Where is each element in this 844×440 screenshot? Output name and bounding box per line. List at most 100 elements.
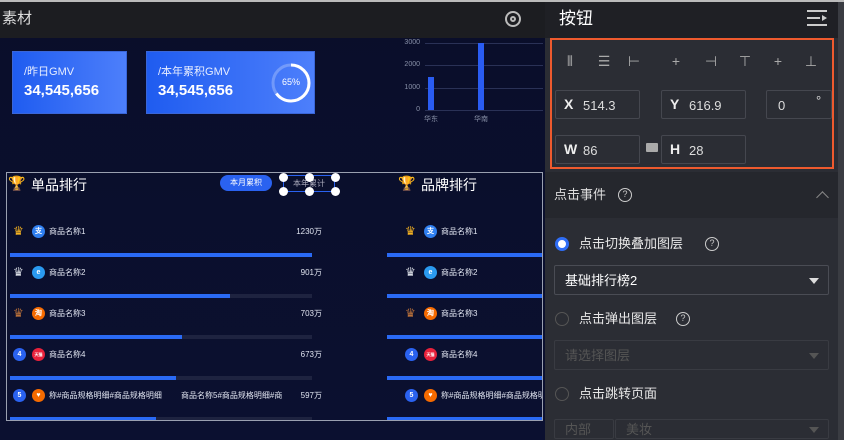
x-input[interactable]: X 514.3: [555, 90, 640, 119]
platform-icon: e: [32, 266, 45, 279]
height-input[interactable]: H 28: [661, 135, 746, 164]
align-left-edge-icon[interactable]: ⊢: [627, 54, 641, 68]
click-event-section-header[interactable]: 点击事件 ?: [545, 172, 838, 218]
gridline: [425, 87, 543, 89]
h-label: H: [670, 141, 681, 157]
crown-icon: ♛: [405, 265, 416, 279]
gridline: [425, 43, 543, 44]
chevron-up-icon[interactable]: [816, 191, 829, 204]
page-select[interactable]: 美妆: [615, 419, 829, 439]
item-name: 商品名称2: [441, 268, 478, 277]
progress-fill: [387, 335, 542, 339]
trophy-icon: 🏆: [398, 175, 416, 191]
w-label: W: [564, 141, 578, 157]
ranking-panel[interactable]: 🏆 单品排行 本月累积 本年累计 🏆 品牌排行 ♛ 支 商品名称1 1230万 …: [6, 172, 543, 421]
resize-handle[interactable]: [279, 187, 288, 196]
resize-handle[interactable]: [331, 173, 340, 182]
chart-bar[interactable]: [428, 76, 434, 110]
collapse-menu-icon[interactable]: [807, 10, 827, 26]
progress-track: [10, 376, 312, 380]
design-canvas[interactable]: 素材 /昨日GMV 34,545,656 /本年累积GMV 34,545,656…: [0, 0, 545, 440]
gmv-card-year[interactable]: /本年累积GMV 34,545,656 65%: [146, 51, 315, 114]
x-value: 514.3: [583, 98, 616, 113]
progress-label: 65%: [281, 77, 300, 87]
platform-icon: e: [424, 266, 437, 279]
y-tick-label: 1000: [404, 83, 420, 91]
platform-icon: 淘: [32, 307, 45, 320]
item-name: 商品名称4: [49, 350, 86, 359]
distribute-horizontal-icon[interactable]: ☰: [597, 54, 611, 68]
width-input[interactable]: W 86: [555, 135, 640, 164]
align-top-icon[interactable]: ⊤: [738, 54, 752, 68]
caret-down-icon: [809, 353, 819, 359]
item-value: 901万: [300, 268, 322, 277]
gear-icon[interactable]: [505, 11, 521, 27]
radio-jump-page[interactable]: [555, 387, 569, 401]
resize-handle[interactable]: [331, 187, 340, 196]
layer-select[interactable]: 基础排行榜2: [554, 265, 829, 295]
align-right-icon[interactable]: ⊣: [704, 54, 718, 68]
help-icon[interactable]: ?: [676, 312, 690, 326]
x-tick-label: 华南: [474, 116, 488, 123]
crown-icon: ♛: [405, 224, 416, 238]
radio-toggle-layer[interactable]: [555, 237, 569, 251]
platform-icon: 淘: [424, 307, 437, 320]
help-icon[interactable]: ?: [618, 188, 632, 202]
item-name: 称#商品规格明细#商品规格明细: [441, 391, 542, 400]
align-left-icon[interactable]: ⫴: [563, 54, 577, 68]
canvas-topbar: 素材: [0, 2, 545, 38]
item-name: 商品名称1: [49, 227, 86, 236]
y-value: 616.9: [689, 98, 722, 113]
platform-icon: ♥: [32, 389, 45, 402]
align-middle-icon[interactable]: +: [771, 54, 785, 68]
progress-fill: [387, 417, 542, 420]
progress-fill: [387, 294, 542, 298]
chart-bar[interactable]: [478, 43, 484, 110]
aspect-lock-icon[interactable]: [646, 143, 658, 152]
card-value: 34,545,656: [24, 82, 100, 99]
x-tick-label: 华东: [424, 116, 438, 123]
progress-fill: [10, 253, 312, 257]
h-value: 28: [689, 143, 704, 158]
help-icon[interactable]: ?: [705, 237, 719, 251]
crown-icon: ♛: [13, 224, 24, 238]
item-value: 673万: [300, 350, 322, 359]
progress-track: [387, 253, 542, 257]
option-label: 点击弹出图层: [579, 311, 658, 326]
progress-fill: [387, 253, 542, 257]
ranking-title: 单品排行: [31, 177, 87, 193]
scrollbar[interactable]: [838, 2, 844, 440]
y-input[interactable]: Y 616.9: [661, 90, 746, 119]
select-value: 基础排行榜2: [565, 273, 638, 288]
bar-chart[interactable]: 3000 2000 1000 0 华东 华南: [390, 38, 543, 133]
degree-symbol: °: [816, 93, 822, 108]
progress-fill: [387, 376, 542, 380]
align-center-horizontal-icon[interactable]: +: [669, 54, 683, 68]
progress-track: [387, 335, 542, 339]
rank-badge: 4: [13, 348, 26, 361]
rank-badge: 4: [405, 348, 418, 361]
popup-layer-select[interactable]: 请选择图层: [554, 340, 829, 370]
gmv-card-yesterday[interactable]: /昨日GMV 34,545,656: [12, 51, 127, 114]
item-name: 称#商品规格明细#商品规格明细: [49, 391, 162, 400]
radio-popup-layer[interactable]: [555, 312, 569, 326]
tab-month-button[interactable]: 本月累积: [220, 175, 272, 191]
select-value: 美妆: [626, 422, 653, 437]
x-label: X: [564, 96, 574, 112]
item-name: 商品名称3: [49, 309, 86, 318]
caret-down-icon: [809, 278, 819, 284]
platform-icon: ♥: [424, 389, 437, 402]
item-name: 商品名称1: [441, 227, 478, 236]
resize-handle[interactable]: [279, 173, 288, 182]
item-value: 597万: [300, 391, 322, 400]
gridline: [425, 65, 543, 67]
platform-icon: 天猫: [424, 348, 437, 361]
resize-handle[interactable]: [305, 173, 314, 182]
progress-track: [387, 294, 542, 298]
link-type-select[interactable]: 内部: [554, 419, 614, 439]
align-bottom-icon[interactable]: ⊥: [804, 54, 818, 68]
resize-handle[interactable]: [305, 187, 314, 196]
rotation-input[interactable]: 0 °: [766, 90, 832, 119]
progress-track: [10, 335, 312, 339]
section-title: 点击事件: [554, 187, 607, 202]
